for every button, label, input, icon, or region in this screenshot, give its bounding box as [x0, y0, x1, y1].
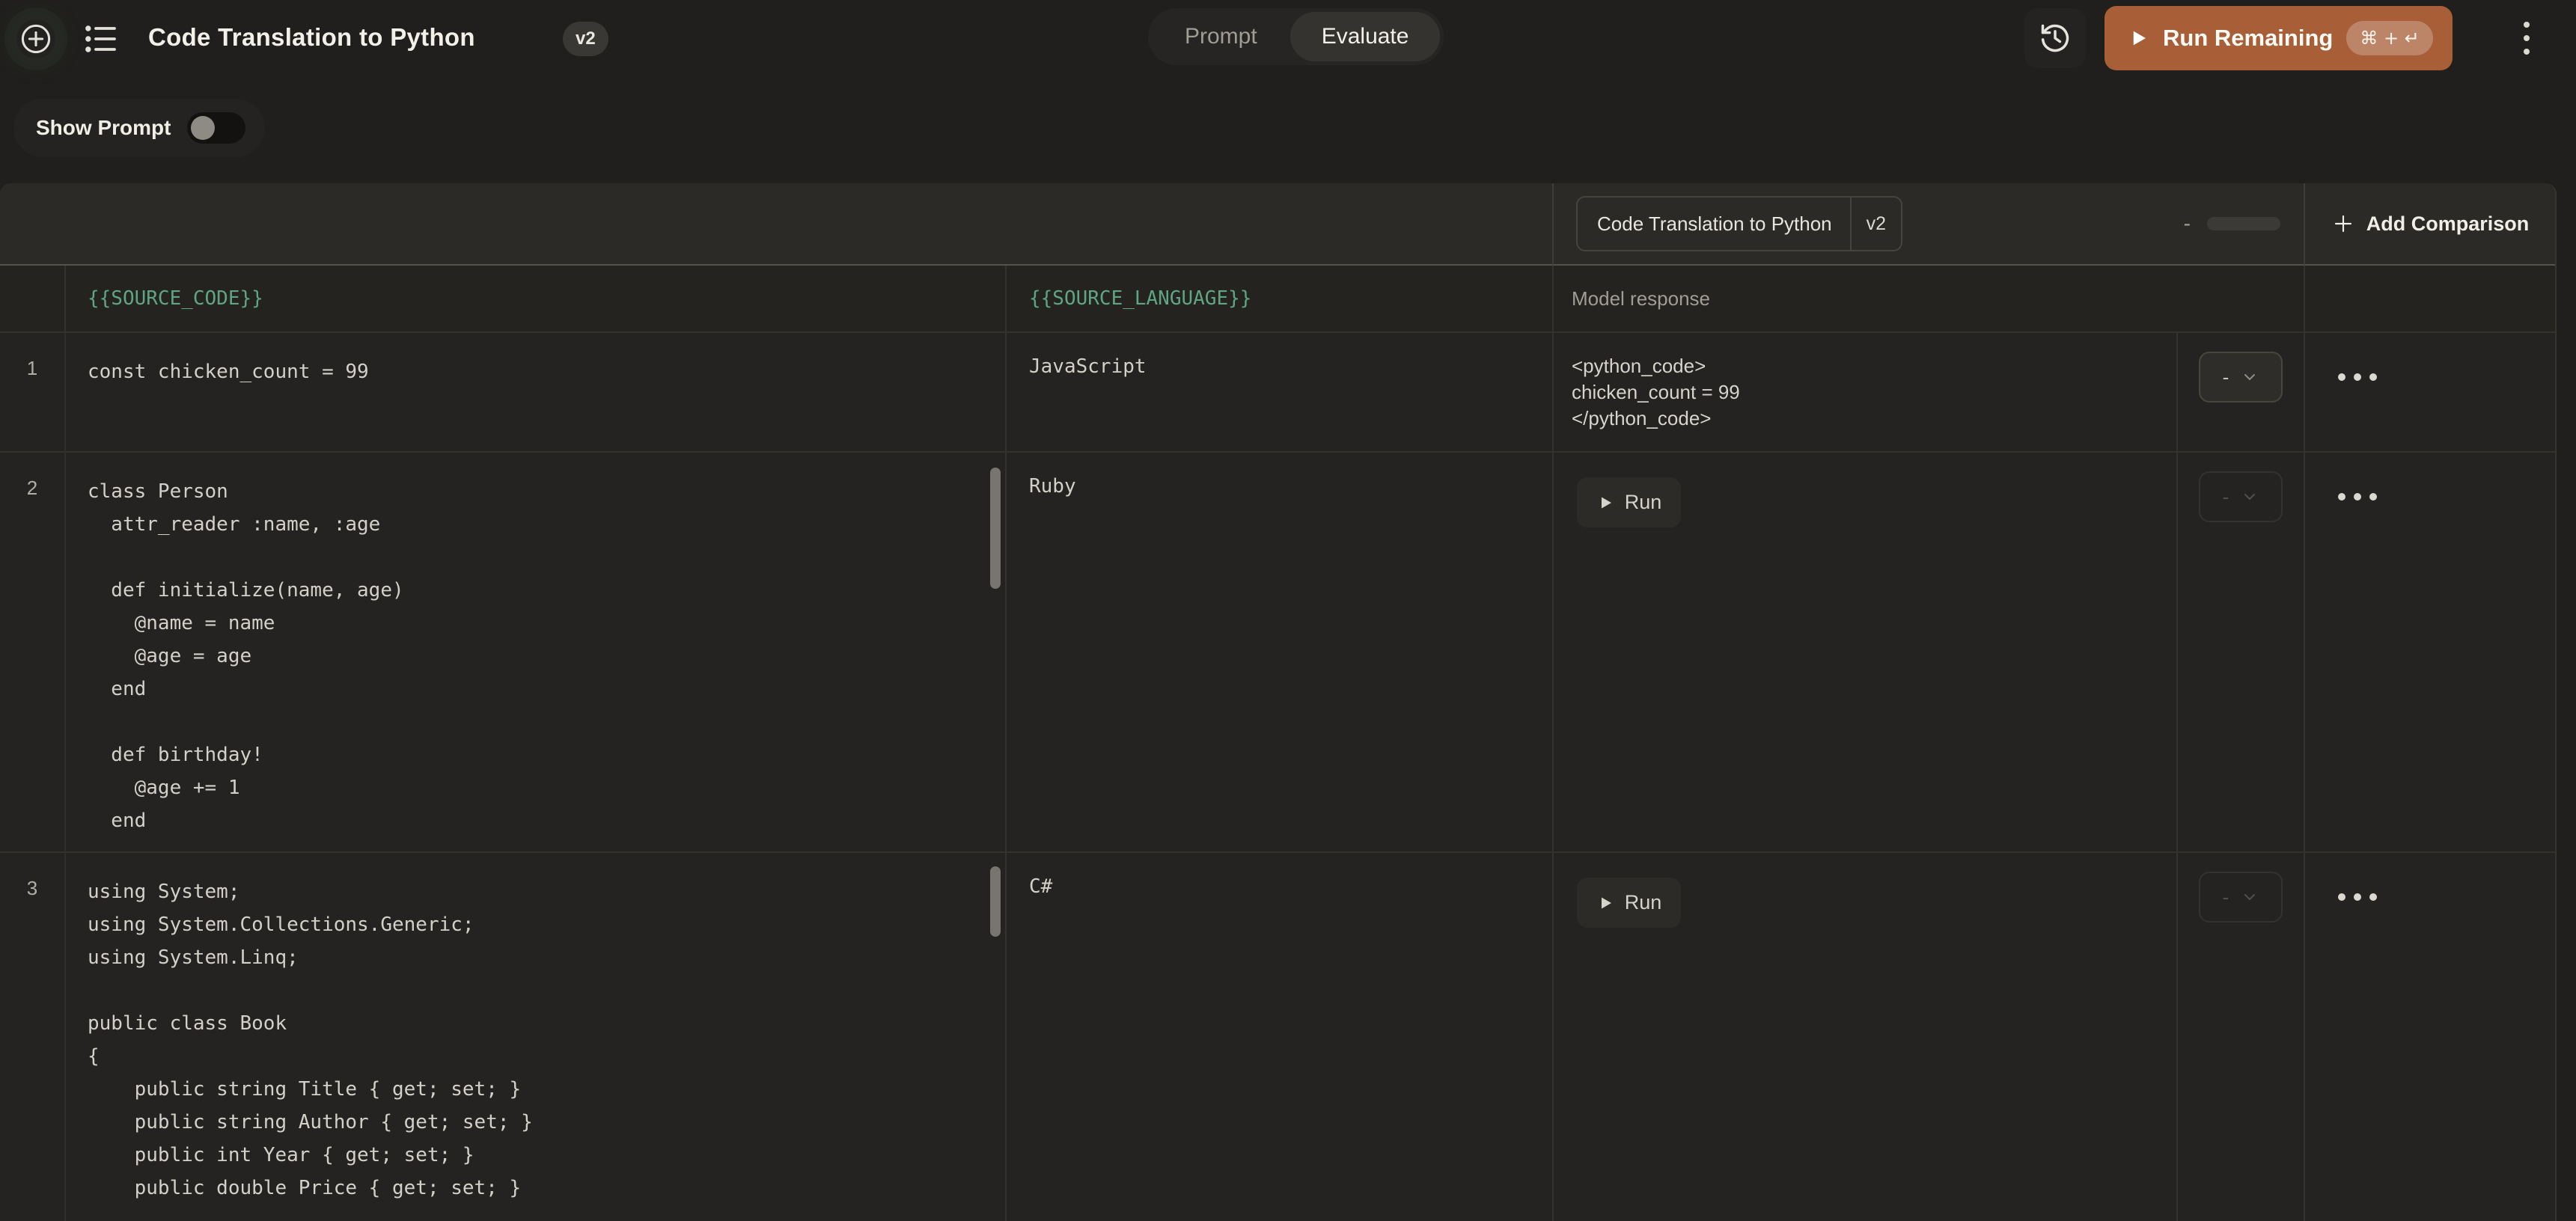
tab-prompt[interactable]: Prompt — [1152, 12, 1290, 61]
row-menu-button[interactable] — [2305, 453, 2555, 501]
version-badge: v2 — [563, 22, 608, 56]
row-actions-cell — [2305, 453, 2555, 853]
header-spacer — [0, 183, 1554, 266]
row-number: 1 — [0, 333, 66, 453]
toggle-knob — [191, 116, 215, 140]
score-value: - — [2223, 366, 2229, 389]
plus-circle-icon — [19, 22, 53, 56]
header-score-summary: - — [2184, 212, 2280, 236]
play-icon — [1596, 494, 1614, 512]
show-prompt-label: Show Prompt — [36, 116, 171, 140]
source-language-cell[interactable]: Ruby — [1007, 453, 1554, 853]
row-actions-cell — [2305, 333, 2555, 453]
keyboard-shortcut-badge: ⌘ + ↵ — [2346, 21, 2432, 55]
run-remaining-label: Run Remaining — [2163, 25, 2333, 52]
run-row-button[interactable]: Run — [1577, 477, 1681, 527]
model-response-cell: <python_code> chicken_count = 99 </pytho… — [1554, 333, 2178, 453]
column-header-actions — [2305, 266, 2555, 333]
add-comparison-button[interactable]: Add Comparison — [2305, 183, 2555, 266]
comparison-prompt-chip[interactable]: Code Translation to Python v2 — [1576, 196, 1902, 251]
score-summary-value: - — [2184, 212, 2191, 236]
mode-tabs: Prompt Evaluate — [1148, 8, 1444, 65]
model-response-cell: Run — [1554, 453, 2178, 853]
new-item-button[interactable] — [16, 19, 55, 58]
top-bar: Code Translation to Python v2 Prompt Eva… — [0, 0, 2576, 75]
row-number: 2 — [0, 453, 66, 853]
code-scrollbar-thumb[interactable] — [990, 468, 1001, 589]
tab-evaluate[interactable]: Evaluate — [1290, 12, 1441, 61]
show-prompt-control: Show Prompt — [13, 99, 265, 157]
column-header-source-code: {{SOURCE_CODE}} — [66, 266, 1007, 333]
score-value: - — [2223, 886, 2229, 909]
source-language-cell[interactable]: JavaScript — [1007, 333, 1554, 453]
comparison-prompt-version: v2 — [1850, 198, 1901, 250]
row-number: 3 — [0, 853, 66, 1221]
run-remaining-button[interactable]: Run Remaining ⌘ + ↵ — [2105, 6, 2453, 70]
score-dropdown-disabled[interactable]: - — [2199, 872, 2283, 922]
row-menu-button[interactable] — [2305, 333, 2555, 381]
source-code-cell[interactable]: const chicken_count = 99 — [66, 333, 1007, 453]
score-cell: - — [2178, 453, 2305, 853]
column-header-model-response: Model response — [1554, 266, 2305, 333]
score-cell: - — [2178, 853, 2305, 1221]
score-dropdown-disabled[interactable]: - — [2199, 471, 2283, 522]
history-button[interactable] — [2024, 8, 2086, 68]
overflow-menu-button[interactable] — [2516, 16, 2537, 60]
source-language-cell[interactable]: C# — [1007, 853, 1554, 1221]
source-code-cell[interactable]: class Person attr_reader :name, :age def… — [66, 453, 1007, 853]
score-value: - — [2223, 486, 2229, 509]
score-dropdown[interactable]: - — [2199, 352, 2283, 403]
plus-icon — [2331, 212, 2355, 236]
evaluation-table: Code Translation to Python v2 - Add Comp… — [0, 183, 2557, 1221]
score-cell: - — [2178, 333, 2305, 453]
source-code-cell[interactable]: using System; using System.Collections.G… — [66, 853, 1007, 1221]
history-icon — [2039, 22, 2072, 55]
run-row-button[interactable]: Run — [1577, 878, 1681, 928]
code-scrollbar-thumb[interactable] — [990, 866, 1001, 937]
page-title: Code Translation to Python — [148, 23, 475, 52]
header-model-column: Code Translation to Python v2 - — [1554, 183, 2305, 266]
column-header-source-language: {{SOURCE_LANGUAGE}} — [1007, 266, 1554, 333]
run-row-label: Run — [1625, 891, 1662, 914]
row-actions-cell — [2305, 853, 2555, 1221]
comparison-prompt-name: Code Translation to Python — [1578, 212, 1850, 236]
show-prompt-toggle[interactable] — [187, 112, 245, 144]
play-icon — [1596, 894, 1614, 912]
score-summary-bar — [2207, 217, 2280, 230]
row-number-header — [0, 266, 66, 333]
prompt-list-button[interactable] — [82, 21, 120, 57]
row-menu-button[interactable] — [2305, 853, 2555, 901]
play-icon — [2127, 27, 2149, 49]
chevron-down-icon — [2241, 368, 2259, 386]
chevron-down-icon — [2241, 888, 2259, 906]
model-response-cell: Run — [1554, 853, 2178, 1221]
list-icon — [83, 22, 119, 55]
add-comparison-label: Add Comparison — [2366, 212, 2530, 236]
chevron-down-icon — [2241, 488, 2259, 506]
run-row-label: Run — [1625, 491, 1662, 514]
